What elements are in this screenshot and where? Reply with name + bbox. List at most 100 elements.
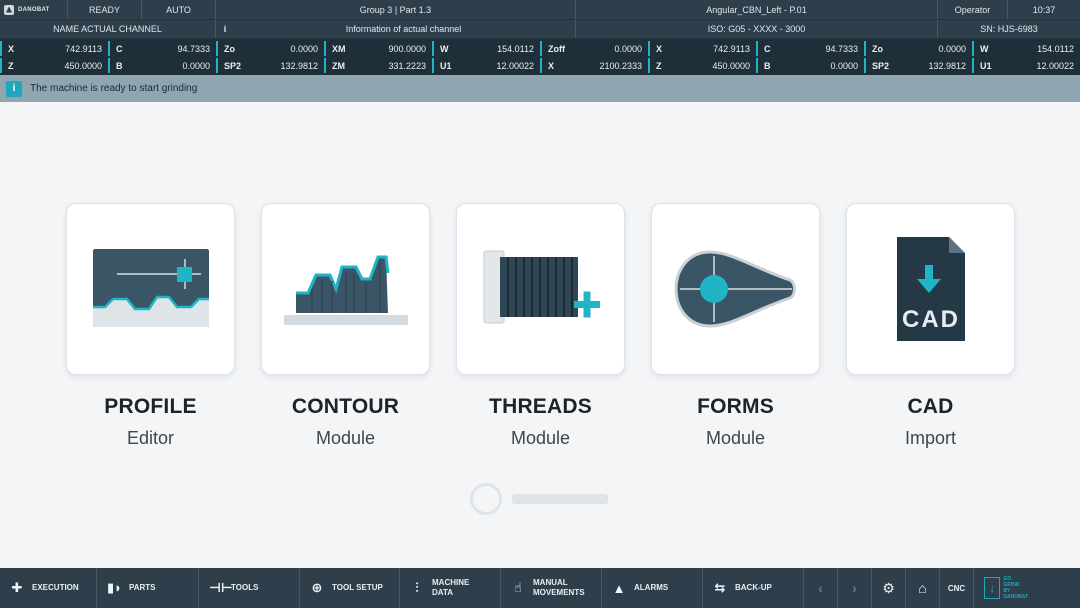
module-card[interactable]: CAD — [846, 203, 1015, 375]
channel-info-text: Information of actual channel — [345, 24, 462, 34]
axis-cell: SP2 132.9812 — [864, 58, 970, 73]
axis-label: U1 — [980, 60, 992, 71]
axis-label: Z — [656, 60, 662, 71]
go-grind-title: GO GRIND — [1003, 576, 1020, 588]
user-name[interactable]: Operator — [938, 0, 1008, 19]
axis-label: B — [116, 60, 123, 71]
axis-value: 2100.2333 — [599, 60, 642, 71]
axis-cell: XM 900.0000 — [324, 41, 430, 56]
axis-cell: ZM 331.2223 — [324, 58, 430, 73]
cnc-button[interactable]: CNC — [940, 568, 974, 608]
nav-manual-movements[interactable]: ☝ MANUAL MOVEMENTS — [501, 568, 602, 608]
axis-cell: SP2 132.9812 — [216, 58, 322, 73]
axis-label: W — [980, 43, 989, 54]
axis-value: 94.7333 — [177, 43, 210, 54]
sliders-icon: ⫶ — [415, 580, 419, 595]
nav-execution[interactable]: ✚ EXECUTION — [0, 568, 97, 608]
axis-value: 94.7333 — [825, 43, 858, 54]
iso-code: ISO: G05 - XXXX - 3000 — [576, 20, 938, 38]
axis-value: 12.00022 — [496, 60, 534, 71]
axis-label: U1 — [440, 60, 452, 71]
channel-name: NAME ACTUAL CHANNEL — [0, 20, 216, 38]
axis-cell: Zo 0.0000 — [216, 41, 322, 56]
axis-value: 900.0000 — [388, 43, 426, 54]
status-bar: i The machine is ready to start grinding — [0, 75, 1080, 102]
go-grind-subtitle: BY DANOBAT — [1003, 588, 1029, 600]
prev-page-button[interactable]: ‹ — [804, 568, 838, 608]
axis-label: SP2 — [872, 60, 890, 71]
axis-cell: Z 450.0000 — [0, 58, 106, 73]
settings-button[interactable]: ⚙ — [872, 568, 906, 608]
status-message: The machine is ready to start grinding — [30, 83, 198, 94]
module-card[interactable] — [456, 203, 625, 375]
module-threads[interactable]: THREADS Module — [456, 203, 625, 449]
axis-cell: Z 450.0000 — [648, 58, 754, 73]
next-page-button[interactable]: › — [838, 568, 872, 608]
header-channel-bar: NAME ACTUAL CHANNEL i Information of act… — [0, 20, 1080, 39]
axis-label: B — [764, 60, 771, 71]
axis-label: C — [116, 43, 123, 54]
go-grind-button[interactable]: ↓ GO GRIND BY DANOBAT — [974, 568, 1028, 608]
axis-label: ZM — [332, 60, 345, 71]
contour-icon — [283, 255, 408, 325]
nav-tool-setup[interactable]: ⊕ TOOL SETUP — [300, 568, 400, 608]
nav-label: BACK-UP — [735, 583, 772, 592]
axis-label: Zo — [224, 43, 235, 54]
module-subtitle: Import — [904, 428, 956, 448]
crosshair-icon: ⊕ — [311, 580, 323, 595]
chevron-left-icon: ‹ — [818, 580, 823, 596]
nav-label: EXECUTION — [32, 583, 79, 592]
brand-name: DANOBAT — [18, 6, 50, 13]
axis-value: 132.9812 — [928, 60, 966, 71]
execution-icon: ✚ — [11, 580, 23, 595]
module-subtitle: Module — [510, 428, 571, 448]
module-forms[interactable]: FORMS Module — [651, 203, 820, 449]
axis-cell: C 94.7333 — [108, 41, 214, 56]
module-card[interactable] — [261, 203, 430, 375]
module-contour[interactable]: CONTOUR Module — [261, 203, 430, 449]
axis-cell: B 0.0000 — [108, 58, 214, 73]
nav-alarms[interactable]: ▲ ALARMS — [602, 568, 703, 608]
module-cad[interactable]: CAD CAD Import — [846, 203, 1015, 449]
axis-value: 742.9113 — [713, 43, 750, 54]
profile-editor-icon — [92, 249, 209, 327]
info-icon: i — [6, 80, 22, 97]
axis-label: XM — [332, 43, 346, 54]
serial-number: SN: HJS-6983 — [980, 24, 1038, 34]
axis-value: 132.9812 — [280, 60, 318, 71]
threads-icon — [483, 250, 600, 324]
cnc-label: CNC — [947, 583, 966, 593]
axis-label: X — [8, 43, 15, 54]
hand-icon: ☝ — [514, 580, 522, 595]
cad-import-icon: CAD — [896, 237, 965, 341]
axis-cell: C 94.7333 — [756, 41, 862, 56]
axis-value: 450.0000 — [712, 60, 750, 71]
nav-tools[interactable]: ⊣⊢ TOOLS — [199, 568, 300, 608]
home-button[interactable]: ⌂ — [906, 568, 940, 608]
module-card[interactable] — [66, 203, 235, 375]
axis-cell: X 742.9113 — [0, 41, 106, 56]
module-card[interactable] — [651, 203, 820, 375]
axis-label: Zo — [872, 43, 883, 54]
nav-machine-data[interactable]: ⫶ MACHINE DATA — [400, 568, 501, 608]
nav-label: MACHINE DATA — [432, 578, 470, 597]
axis-value: 154.0112 — [497, 43, 534, 54]
axis-value: 154.0112 — [1037, 43, 1074, 54]
channel-info: i Information of actual channel — [216, 20, 576, 38]
axis-cell: X 2100.2333 — [540, 58, 646, 73]
module-profile[interactable]: PROFILE Editor — [66, 203, 235, 449]
backup-icon: ⇆ — [714, 580, 726, 595]
nav-parts[interactable]: ▮◗ PARTS — [97, 568, 199, 608]
axis-label: Z — [8, 60, 14, 71]
nav-backup[interactable]: ⇆ BACK-UP — [703, 568, 804, 608]
axis-value: 12.00022 — [1036, 60, 1074, 71]
axis-cell: U1 12.00022 — [432, 58, 538, 73]
axis-value: 0.0000 — [182, 60, 210, 71]
axis-label: X — [548, 60, 555, 71]
module-title: THREADS — [489, 395, 592, 418]
nav-label: ALARMS — [634, 583, 669, 592]
watermark — [470, 483, 608, 515]
gear-icon: ⚙ — [882, 579, 895, 596]
channel-info-icon: i — [223, 24, 227, 34]
module-title: FORMS — [697, 395, 774, 418]
